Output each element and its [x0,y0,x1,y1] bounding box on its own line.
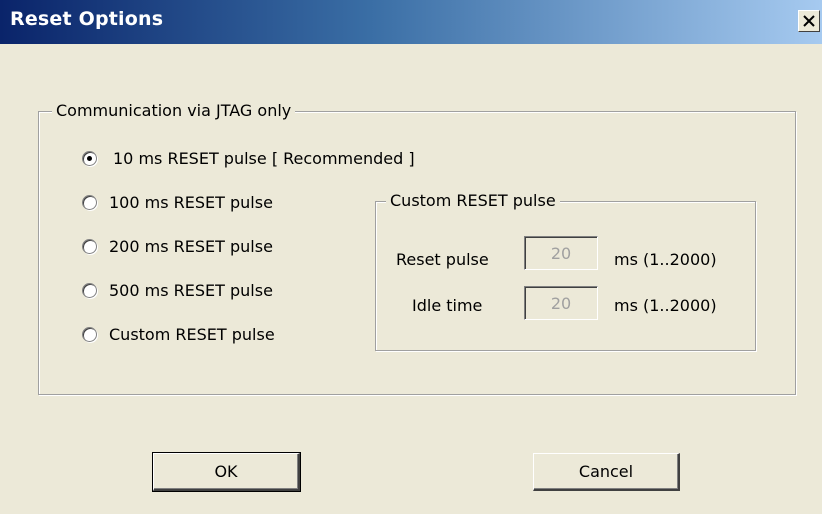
radio-10ms[interactable]: 10 ms RESET pulse [ Recommended ] [82,146,415,170]
radio-custom[interactable]: Custom RESET pulse [82,322,275,346]
radio-button-500ms[interactable] [82,282,97,298]
title-bar: Reset Options [0,0,822,44]
custom-pulse-group-label: Custom RESET pulse [386,191,560,211]
radio-button-custom[interactable] [82,326,97,342]
idle-time-input[interactable] [524,286,598,320]
radio-label-custom: Custom RESET pulse [109,324,275,344]
custom-pulse-groupbox [375,201,756,351]
radio-200ms[interactable]: 200 ms RESET pulse [82,234,273,258]
radio-button-200ms[interactable] [82,238,97,254]
reset-options-dialog: Reset Options Communication via JTAG onl… [0,0,822,514]
ok-button[interactable]: OK [152,452,301,492]
close-icon [803,15,815,27]
radio-label-200ms: 200 ms RESET pulse [109,236,273,256]
radio-500ms[interactable]: 500 ms RESET pulse [82,278,273,302]
cancel-button[interactable]: Cancel [533,453,680,491]
radio-button-100ms[interactable] [82,194,97,210]
radio-label-100ms: 100 ms RESET pulse [109,192,273,212]
jtag-group-label: Communication via JTAG only [52,101,296,121]
reset-pulse-input[interactable] [524,236,598,270]
window-title: Reset Options [10,8,164,30]
radio-100ms[interactable]: 100 ms RESET pulse [82,190,273,214]
idle-time-range: ms (1..2000) [614,296,717,315]
radio-label-500ms: 500 ms RESET pulse [109,280,273,300]
radio-label-10ms: 10 ms RESET pulse [ Recommended ] [113,148,415,168]
radio-button-10ms[interactable] [82,150,97,166]
reset-pulse-range: ms (1..2000) [614,250,717,269]
reset-pulse-label: Reset pulse [396,250,489,269]
idle-time-label: Idle time [412,296,483,315]
close-button[interactable] [798,10,820,32]
